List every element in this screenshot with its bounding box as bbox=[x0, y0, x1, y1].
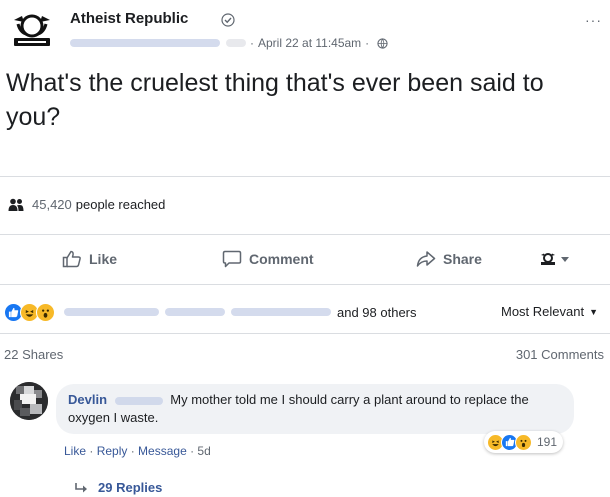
dot-sep: · bbox=[86, 444, 97, 458]
comment: Devlin My mother told me I should carry … bbox=[0, 374, 610, 474]
shares-count[interactable]: 22 Shares bbox=[4, 347, 63, 362]
replies-label: 29 Replies bbox=[98, 480, 163, 495]
commenter-avatar[interactable] bbox=[10, 382, 48, 420]
comment-bubble: Devlin My mother told me I should carry … bbox=[56, 384, 574, 434]
divider bbox=[0, 234, 610, 235]
reaction-icons bbox=[4, 302, 55, 322]
meta-separator-2: · bbox=[365, 36, 370, 50]
more-options-icon[interactable]: ··· bbox=[585, 12, 602, 28]
share-label: Share bbox=[443, 251, 482, 267]
like-button[interactable]: Like bbox=[62, 250, 117, 268]
commenter-name[interactable]: Devlin bbox=[68, 392, 107, 407]
globe-icon bbox=[377, 37, 388, 49]
reaction-others[interactable]: and 98 others bbox=[337, 305, 417, 320]
people-reached-icon bbox=[8, 198, 24, 211]
wow-reaction-icon bbox=[36, 302, 55, 322]
chevron-down-icon: ▼ bbox=[589, 306, 598, 317]
post-date[interactable]: April 22 at 11:45am bbox=[258, 36, 361, 50]
comment-icon bbox=[222, 250, 242, 268]
dot-sep: · bbox=[127, 444, 139, 458]
comment-button[interactable]: Comment bbox=[222, 250, 314, 268]
wow-reaction-icon bbox=[515, 433, 532, 451]
divider bbox=[0, 176, 610, 177]
share-icon bbox=[416, 251, 436, 267]
comments-count[interactable]: 301 Comments bbox=[516, 347, 604, 362]
page-name[interactable]: Atheist Republic bbox=[70, 10, 188, 27]
comment-reaction-count: 191 bbox=[537, 435, 558, 449]
blurred-text bbox=[226, 39, 246, 47]
reach-stats[interactable]: 45,420 people reached bbox=[8, 197, 165, 212]
divider bbox=[0, 284, 610, 285]
comment-reply-link[interactable]: Reply bbox=[97, 444, 128, 458]
avatar-image-icon bbox=[10, 382, 48, 420]
share-button[interactable]: Share bbox=[416, 250, 482, 268]
comment-label: Comment bbox=[249, 251, 314, 267]
blurred-author bbox=[70, 39, 220, 47]
comment-message-link[interactable]: Message bbox=[138, 444, 187, 458]
comment-like-link[interactable]: Like bbox=[64, 444, 86, 458]
sort-dropdown[interactable]: Most Relevant ▼ bbox=[501, 304, 598, 319]
action-bar: Like Comment Share bbox=[0, 244, 610, 280]
verified-icon bbox=[221, 13, 235, 27]
page-logo-icon[interactable] bbox=[10, 10, 54, 50]
like-icon bbox=[62, 250, 81, 268]
view-replies-link[interactable]: 29 Replies bbox=[74, 480, 162, 495]
blurred-name bbox=[165, 308, 225, 316]
comment-age[interactable]: 5d bbox=[197, 444, 210, 458]
blurred-name bbox=[64, 308, 159, 316]
page-selector-button[interactable] bbox=[540, 252, 577, 266]
post-header: Atheist Republic · April 22 at 11:45am ·… bbox=[8, 4, 608, 56]
blurred-surname bbox=[114, 396, 163, 405]
blurred-name bbox=[231, 308, 331, 316]
like-label: Like bbox=[89, 251, 118, 267]
comment-reactions[interactable]: 191 bbox=[484, 431, 564, 453]
meta-separator: · bbox=[250, 36, 254, 50]
reactions-summary[interactable]: and 98 others Most Relevant ▼ bbox=[4, 298, 606, 326]
reach-label: people reached bbox=[75, 197, 166, 212]
reply-arrow-icon bbox=[75, 482, 87, 492]
page-selector-icon bbox=[541, 253, 569, 265]
post-meta: · April 22 at 11:45am · bbox=[70, 36, 388, 50]
divider bbox=[0, 333, 610, 334]
reach-count: 45,420 bbox=[32, 197, 72, 212]
comment-actions: Like · Reply · Message · 5d bbox=[64, 444, 211, 458]
sort-label: Most Relevant bbox=[500, 304, 585, 319]
post-text: What's the cruelest thing that's ever be… bbox=[6, 69, 544, 131]
dot-sep: · bbox=[186, 444, 198, 458]
blurred-reactor-names bbox=[64, 308, 331, 316]
